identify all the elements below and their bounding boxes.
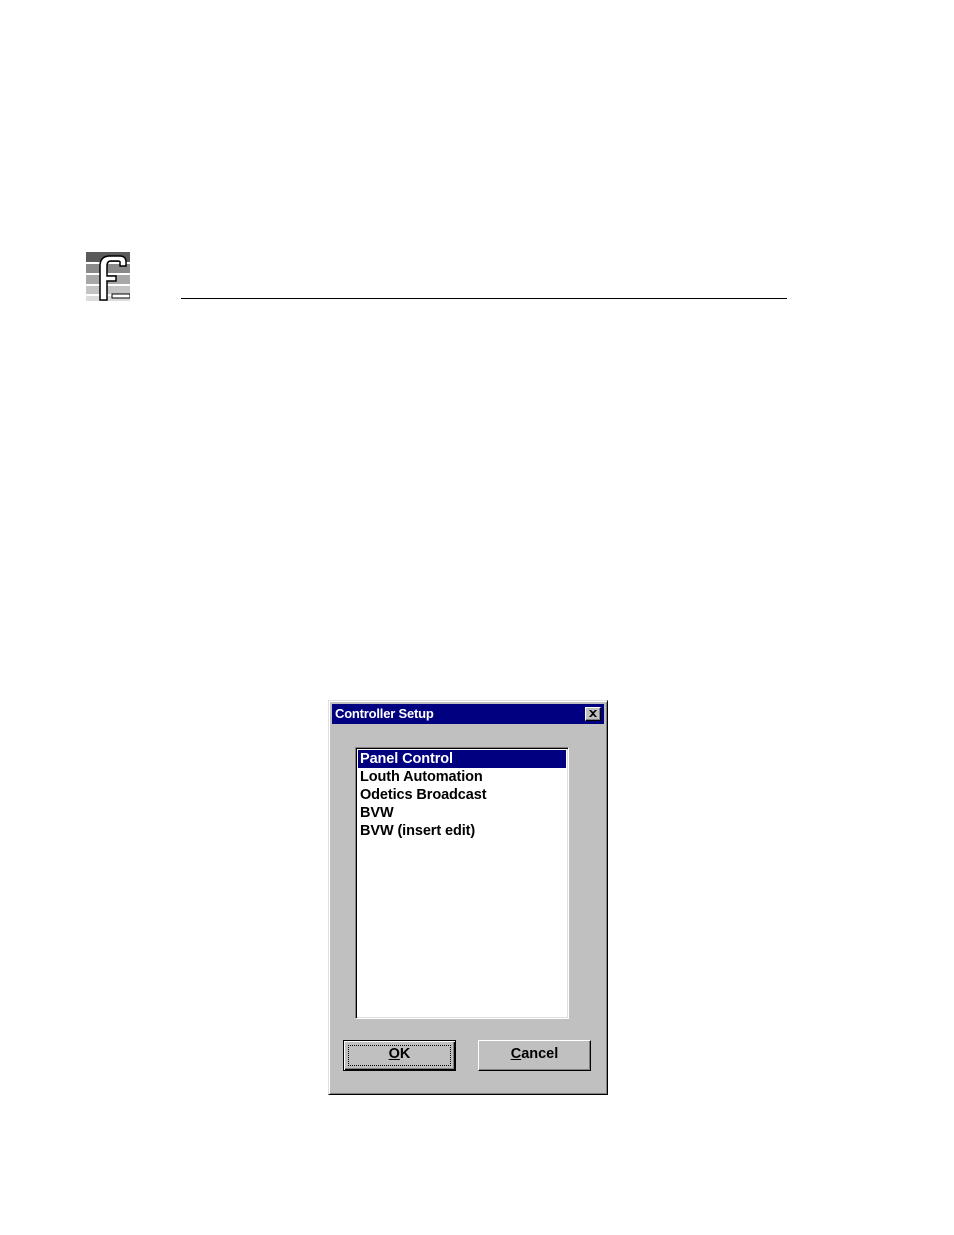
list-item-bvw[interactable]: BVW: [358, 804, 566, 822]
company-logo: [86, 250, 131, 302]
list-item-louth-automation[interactable]: Louth Automation: [358, 768, 566, 786]
list-item-panel-control[interactable]: Panel Control: [358, 750, 566, 768]
ok-button[interactable]: OK: [343, 1040, 456, 1071]
close-icon: [589, 710, 597, 717]
header-rule: [181, 298, 787, 299]
controller-list[interactable]: Panel Control Louth Automation Odetics B…: [355, 747, 569, 1019]
list-item-bvw-insert-edit[interactable]: BVW (insert edit): [358, 822, 566, 840]
dialog-title: Controller Setup: [335, 706, 434, 721]
cancel-button[interactable]: Cancel: [478, 1040, 591, 1071]
ok-button-label: OK: [388, 1046, 411, 1062]
cancel-button-label: Cancel: [510, 1046, 559, 1062]
close-button[interactable]: [585, 707, 601, 721]
dialog-titlebar[interactable]: Controller Setup: [332, 704, 604, 724]
list-item-odetics-broadcast[interactable]: Odetics Broadcast: [358, 786, 566, 804]
controller-setup-dialog: Controller Setup Panel Control Louth Aut…: [328, 700, 608, 1095]
